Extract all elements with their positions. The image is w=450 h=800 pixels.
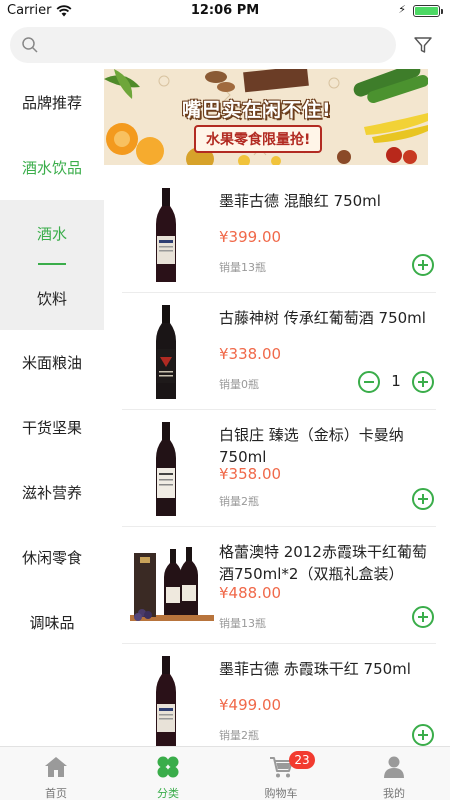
profile-icon xyxy=(384,756,404,778)
product-item[interactable]: 墨菲古德 赤霞珠干红 750ml ¥499.00 销量2瓶 xyxy=(104,644,450,746)
product-price: ¥358.00 xyxy=(219,465,282,483)
filter-button[interactable] xyxy=(410,32,436,58)
cart-count-badge: 23 xyxy=(289,751,315,769)
product-name: 格蕾澳特 2012赤霞珠干红葡萄酒750ml*2（双瓶礼盒装） xyxy=(219,543,427,583)
filter-icon xyxy=(414,37,432,53)
sidebar-item-label: 品牌推荐 xyxy=(21,93,82,112)
product-item[interactable]: 古藤神树 传承红葡萄酒 750ml ¥338.00 销量0瓶 1 xyxy=(104,293,450,410)
decrease-quantity-button[interactable] xyxy=(358,371,380,393)
sidebar-item-nuts[interactable]: 干货坚果 xyxy=(0,395,104,459)
product-sales: 销量13瓶 xyxy=(219,261,266,274)
product-name: 古藤神树 传承红葡萄酒 750ml xyxy=(219,309,426,327)
sidebar-item-label: 滋补营养 xyxy=(21,483,82,502)
active-indicator xyxy=(38,263,66,265)
product-sales: 销量0瓶 xyxy=(219,378,259,391)
product-list: 墨菲古德 混酿红 750ml ¥399.00 销量13瓶 古藤神树 传承红葡萄酒… xyxy=(104,176,450,746)
wine-bottle-image xyxy=(156,656,176,746)
product-item[interactable]: 白银庄 臻选（金标）卡曼纳 750ml ¥358.00 销量2瓶 xyxy=(104,410,450,527)
product-price: ¥399.00 xyxy=(219,228,282,246)
subcategory-label: 饮料 xyxy=(36,289,67,308)
quantity-value: 1 xyxy=(391,372,401,390)
product-price: ¥338.00 xyxy=(219,345,282,363)
status-time: 12:06 PM xyxy=(190,3,260,18)
sidebar-item-label: 米面粮油 xyxy=(21,353,82,372)
sidebar-item-nutrition[interactable]: 滋补营养 xyxy=(0,460,104,524)
product-sales: 销量13瓶 xyxy=(219,617,266,630)
charging-icon: ⚡ xyxy=(398,3,406,16)
product-price: ¥499.00 xyxy=(219,696,282,714)
product-item[interactable]: 墨菲古德 混酿红 750ml ¥399.00 销量13瓶 xyxy=(104,176,450,293)
add-to-cart-button[interactable] xyxy=(412,488,434,510)
tab-label: 购物车 xyxy=(264,787,298,800)
add-to-cart-button[interactable] xyxy=(412,606,434,628)
subcategory-panel: 酒水 饮料 xyxy=(0,200,104,330)
subcategory-alcohol[interactable]: 酒水 xyxy=(0,208,104,258)
product-sales: 销量2瓶 xyxy=(219,495,259,508)
banner-title: 嘴巴实在闲不住! xyxy=(182,99,332,121)
subcategory-beverages[interactable]: 饮料 xyxy=(0,273,104,323)
search-input[interactable] xyxy=(50,27,380,63)
category-sidebar: 品牌推荐 酒水饮品 酒水 饮料 米面粮油 干货坚果 滋补营养 休闲零食 调味品 xyxy=(0,68,104,746)
banner-subtitle: 水果零食限量抢! xyxy=(194,125,323,153)
sidebar-item-label: 休闲零食 xyxy=(21,548,82,567)
product-item[interactable]: 格蕾澳特 2012赤霞珠干红葡萄酒750ml*2（双瓶礼盒装） ¥488.00 … xyxy=(104,527,450,644)
product-price: ¥488.00 xyxy=(219,584,282,602)
tab-home[interactable]: 首页 xyxy=(0,747,112,800)
add-to-cart-button[interactable] xyxy=(412,371,434,393)
sidebar-item-label: 酒水饮品 xyxy=(21,158,82,177)
sidebar-item-brands[interactable]: 品牌推荐 xyxy=(0,70,104,134)
tab-label: 我的 xyxy=(383,787,405,800)
product-name: 白银庄 臻选（金标）卡曼纳 750ml xyxy=(219,426,404,466)
wine-bottle-image xyxy=(156,422,176,516)
search-icon xyxy=(22,37,38,53)
sidebar-item-snacks[interactable]: 休闲零食 xyxy=(0,525,104,589)
battery-icon xyxy=(413,5,443,17)
gift-box-image xyxy=(130,547,214,621)
bottom-tab-bar: 首页 分类 购物车 23 我的 xyxy=(0,746,450,800)
sidebar-item-label: 调味品 xyxy=(29,613,75,632)
status-bar: Carrier 12:06 PM ⚡ xyxy=(0,0,450,22)
tab-label: 首页 xyxy=(45,787,67,800)
sidebar-item-grains-oil[interactable]: 米面粮油 xyxy=(0,330,104,394)
product-sales: 销量2瓶 xyxy=(219,729,259,742)
sidebar-item-condiments[interactable]: 调味品 xyxy=(0,590,104,654)
wine-bottle-image xyxy=(156,188,176,282)
tab-category[interactable]: 分类 xyxy=(112,747,224,800)
tab-cart[interactable]: 购物车 xyxy=(225,747,337,800)
product-name: 墨菲古德 混酿红 750ml xyxy=(219,192,381,210)
wine-bottle-image xyxy=(156,305,176,399)
sidebar-item-drinks[interactable]: 酒水饮品 xyxy=(0,135,104,199)
app-screen: Carrier 12:06 PM ⚡ 品牌推荐 酒水饮品 酒水 饮料 米面粮油 … xyxy=(0,0,450,800)
subcategory-label: 酒水 xyxy=(36,224,67,243)
category-icon xyxy=(157,756,179,778)
tab-profile[interactable]: 我的 xyxy=(338,747,450,800)
tab-label: 分类 xyxy=(157,787,179,800)
product-name: 墨菲古德 赤霞珠干红 750ml xyxy=(219,660,411,678)
add-to-cart-button[interactable] xyxy=(412,254,434,276)
add-to-cart-button[interactable] xyxy=(412,724,434,746)
promo-banner[interactable]: 嘴巴实在闲不住! 水果零食限量抢! xyxy=(104,69,428,165)
sidebar-item-label: 干货坚果 xyxy=(21,418,82,437)
home-icon xyxy=(45,757,67,777)
search-bar[interactable] xyxy=(10,27,396,63)
